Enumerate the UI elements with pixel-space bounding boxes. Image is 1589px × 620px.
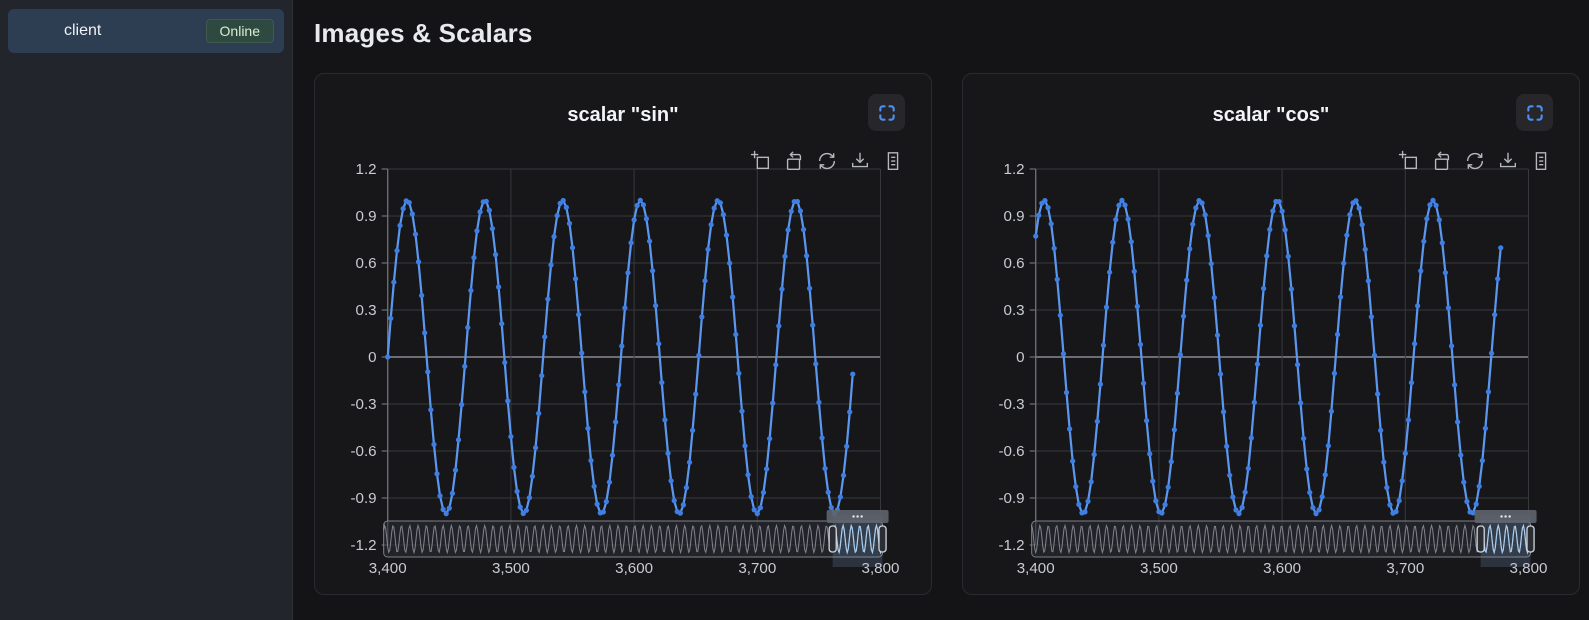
y-axis-tick-label: 0.3 [356, 302, 377, 319]
datazoom-slider[interactable] [1032, 510, 1537, 567]
download-button[interactable] [849, 150, 871, 172]
y-axis-tick-label: -1.2 [999, 537, 1025, 554]
y-axis-tick-label: -0.3 [351, 396, 377, 413]
zoom-select-button[interactable] [1398, 150, 1420, 172]
refresh-button[interactable] [1464, 150, 1486, 172]
download-icon [1497, 150, 1519, 172]
slider-handle[interactable] [879, 526, 886, 552]
status-badge: Online [206, 19, 274, 43]
sidebar: client Online [0, 0, 293, 620]
y-axis-tick-label: 0.6 [1004, 255, 1025, 272]
slider-handle[interactable] [829, 526, 836, 552]
zoom-select-button[interactable] [750, 150, 772, 172]
y-axis-tick-label: -0.6 [999, 443, 1025, 460]
y-axis-tick-label: -1.2 [351, 537, 377, 554]
y-axis-tick-label: 0 [368, 349, 376, 366]
sidebar-item-client[interactable]: client Online [8, 9, 284, 53]
client-name: client [64, 22, 101, 40]
y-axis-tick-label: 0 [1016, 349, 1024, 366]
x-axis-tick-label: 3,700 [738, 560, 776, 577]
y-axis-tick-label: 1.2 [356, 161, 377, 178]
slider-handle[interactable] [1527, 526, 1534, 552]
y-axis-tick-label: 0.6 [356, 255, 377, 272]
x-axis-tick-label: 3,500 [492, 560, 530, 577]
y-axis-tick-label: 0.3 [1004, 302, 1025, 319]
datazoom-slider[interactable] [384, 510, 889, 567]
y-axis-tick-label: -0.9 [999, 490, 1025, 507]
log-icon [1530, 150, 1552, 172]
x-axis-tick-label: 3,400 [1017, 560, 1055, 577]
chart-card-sin: scalar "sin" [314, 73, 932, 595]
chart-title: scalar "sin" [315, 74, 931, 127]
slider-handle[interactable] [1477, 526, 1484, 552]
chart-card-cos: scalar "cos" [962, 73, 1580, 595]
refresh-icon [816, 150, 838, 172]
y-axis-tick-label: 0.9 [356, 208, 377, 225]
download-button[interactable] [1497, 150, 1519, 172]
chart-title: scalar "cos" [963, 74, 1579, 127]
x-axis-tick-label: 3,600 [1263, 560, 1301, 577]
fullscreen-icon [1525, 103, 1545, 123]
y-axis-tick-label: 1.2 [1004, 161, 1025, 178]
x-axis-tick-label: 3,600 [615, 560, 653, 577]
refresh-button[interactable] [816, 150, 838, 172]
chart-toolbar [750, 150, 904, 172]
y-axis-tick-label: -0.9 [351, 490, 377, 507]
refresh-icon [1464, 150, 1486, 172]
log-icon [882, 150, 904, 172]
fullscreen-button[interactable] [1516, 94, 1553, 131]
zoom-select-icon [750, 150, 772, 172]
log-button[interactable] [882, 150, 904, 172]
restore-button[interactable] [1431, 150, 1453, 172]
x-axis-tick-label: 3,500 [1140, 560, 1178, 577]
chart-plot-sin[interactable]: 1.2 0.9 0.6 0.3 0 -0.3 -0.6 -0.9 -1.2 3,400 3,500 3… [315, 149, 931, 589]
chart-toolbar [1398, 150, 1552, 172]
app-root: client Online Images & Scalars scalar "s… [0, 0, 1589, 620]
restore-icon [1431, 150, 1453, 172]
restore-icon [783, 150, 805, 172]
chart-plot-cos[interactable]: 1.2 0.9 0.6 0.3 0 -0.3 -0.6 -0.9 -1.2 3,400 3,500 3… [963, 149, 1579, 589]
y-axis-tick-label: -0.3 [999, 396, 1025, 413]
y-axis-tick-label: -0.6 [351, 443, 377, 460]
x-axis-tick-label: 3,700 [1386, 560, 1424, 577]
page-title: Images & Scalars [314, 18, 1580, 49]
fullscreen-icon [877, 103, 897, 123]
chart-cards-row: scalar "sin" [314, 73, 1580, 595]
download-icon [849, 150, 871, 172]
fullscreen-button[interactable] [868, 94, 905, 131]
main-panel: Images & Scalars scalar "sin" [293, 0, 1589, 620]
log-button[interactable] [1530, 150, 1552, 172]
y-axis-tick-label: 0.9 [1004, 208, 1025, 225]
restore-button[interactable] [783, 150, 805, 172]
zoom-select-icon [1398, 150, 1420, 172]
x-axis-tick-label: 3,400 [369, 560, 407, 577]
